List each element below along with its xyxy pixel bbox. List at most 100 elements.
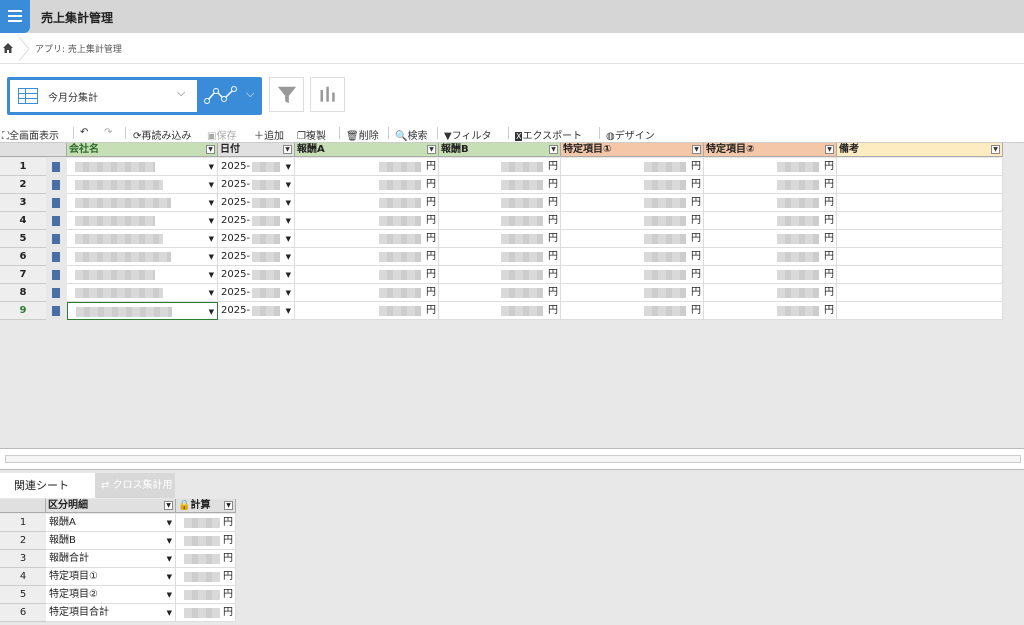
- amount-cell[interactable]: 円: [295, 230, 439, 248]
- row-number[interactable]: 7: [0, 266, 46, 284]
- column-filter-icon[interactable]: ▼: [549, 145, 558, 154]
- add-button[interactable]: ＋追加: [254, 127, 284, 142]
- company-cell[interactable]: ▼: [67, 158, 218, 176]
- design-button[interactable]: ◍デザイン: [606, 127, 655, 142]
- amount-cell[interactable]: 円: [295, 176, 439, 194]
- row-number[interactable]: 6: [0, 248, 46, 266]
- notes-cell[interactable]: [837, 302, 1003, 320]
- column-header[interactable]: 特定項目② ▼: [704, 143, 837, 157]
- notes-cell[interactable]: [837, 284, 1003, 302]
- row-number[interactable]: 1: [0, 514, 46, 532]
- amount-cell[interactable]: 円: [295, 284, 439, 302]
- column-filter-icon[interactable]: ▼: [692, 145, 701, 154]
- notes-cell[interactable]: [837, 158, 1003, 176]
- column-header[interactable]: 日付 ▼: [218, 143, 295, 157]
- record-icon[interactable]: [52, 198, 60, 208]
- calc-cell[interactable]: 円: [176, 514, 236, 532]
- notes-cell[interactable]: [837, 248, 1003, 266]
- calc-cell[interactable]: 円: [176, 586, 236, 604]
- tab-cross-tab[interactable]: ⇄ クロス集計用: [95, 473, 175, 498]
- column-filter-icon[interactable]: ▼: [825, 145, 834, 154]
- delete-button[interactable]: 🗑削除: [346, 127, 379, 142]
- column-header[interactable]: 特定項目① ▼: [561, 143, 704, 157]
- record-icon[interactable]: [52, 162, 60, 172]
- dropdown-caret-icon[interactable]: ▼: [286, 194, 291, 211]
- amount-cell[interactable]: 円: [439, 212, 561, 230]
- row-number[interactable]: 9: [0, 302, 46, 320]
- record-icon[interactable]: [52, 180, 60, 190]
- export-button[interactable]: Xエクスポート: [515, 127, 582, 142]
- amount-cell[interactable]: 円: [295, 212, 439, 230]
- breakdown-cell[interactable]: 特定項目合計 ▼: [46, 604, 176, 622]
- date-cell[interactable]: 2025- ▼: [218, 266, 295, 284]
- amount-cell[interactable]: 円: [295, 158, 439, 176]
- amount-cell[interactable]: 円: [704, 248, 837, 266]
- amount-cell[interactable]: 円: [561, 194, 704, 212]
- notes-cell[interactable]: [837, 194, 1003, 212]
- notes-cell[interactable]: [837, 212, 1003, 230]
- record-icon[interactable]: [52, 288, 60, 298]
- dropdown-caret-icon[interactable]: ▼: [286, 230, 291, 247]
- amount-cell[interactable]: 円: [704, 158, 837, 176]
- row-number[interactable]: 1: [0, 158, 46, 176]
- dropdown-caret-icon[interactable]: ▼: [209, 266, 214, 283]
- dropdown-caret-icon[interactable]: ▼: [209, 248, 214, 265]
- amount-cell[interactable]: 円: [295, 248, 439, 266]
- column-filter-icon[interactable]: ▼: [427, 145, 436, 154]
- company-cell[interactable]: ▼: [67, 194, 218, 212]
- date-cell[interactable]: 2025- ▼: [218, 302, 295, 320]
- amount-cell[interactable]: 円: [561, 158, 704, 176]
- row-number[interactable]: 2: [0, 176, 46, 194]
- amount-cell[interactable]: 円: [295, 302, 439, 320]
- fullscreen-button[interactable]: ⛶全画面表示: [2, 127, 59, 142]
- pane-divider[interactable]: [0, 448, 1024, 470]
- dropdown-caret-icon[interactable]: ▼: [167, 514, 172, 531]
- company-cell[interactable]: ▼: [67, 230, 218, 248]
- amount-cell[interactable]: 円: [561, 266, 704, 284]
- search-button[interactable]: 🔍検索: [395, 127, 427, 142]
- column-header[interactable]: 報酬A ▼: [295, 143, 439, 157]
- company-cell[interactable]: ▼: [67, 176, 218, 194]
- date-cell[interactable]: 2025- ▼: [218, 230, 295, 248]
- amount-cell[interactable]: 円: [704, 194, 837, 212]
- company-cell[interactable]: ▼: [67, 266, 218, 284]
- column-filter-icon[interactable]: ▼: [206, 145, 215, 154]
- undo-button[interactable]: ↶: [80, 127, 88, 138]
- dropdown-caret-icon[interactable]: ▼: [209, 230, 214, 247]
- filter-button[interactable]: ▼フィルタ: [444, 127, 492, 142]
- dropdown-caret-icon[interactable]: ▼: [286, 284, 291, 301]
- amount-cell[interactable]: 円: [439, 158, 561, 176]
- graph-view-button[interactable]: ⌵: [200, 83, 260, 109]
- row-number[interactable]: 6: [0, 604, 46, 622]
- record-icon[interactable]: [52, 306, 60, 316]
- breakdown-cell[interactable]: 特定項目① ▼: [46, 568, 176, 586]
- company-cell[interactable]: ▼: [67, 212, 218, 230]
- date-cell[interactable]: 2025- ▼: [218, 284, 295, 302]
- column-filter-icon[interactable]: ▼: [224, 501, 233, 510]
- reload-button[interactable]: ⟳再読み込み: [133, 127, 191, 142]
- record-icon[interactable]: [52, 234, 60, 244]
- column-header[interactable]: 備考 ▼: [837, 143, 1003, 157]
- row-number[interactable]: 4: [0, 568, 46, 586]
- dropdown-caret-icon[interactable]: ▼: [286, 266, 291, 283]
- dropdown-caret-icon[interactable]: ▼: [167, 604, 172, 621]
- amount-cell[interactable]: 円: [704, 302, 837, 320]
- amount-cell[interactable]: 円: [439, 248, 561, 266]
- breakdown-cell[interactable]: 報酬A ▼: [46, 514, 176, 532]
- breakdown-cell[interactable]: 報酬合計 ▼: [46, 550, 176, 568]
- row-number[interactable]: 8: [0, 284, 46, 302]
- amount-cell[interactable]: 円: [561, 212, 704, 230]
- dropdown-caret-icon[interactable]: ▼: [209, 158, 214, 175]
- dropdown-caret-icon[interactable]: ▼: [167, 532, 172, 549]
- row-number[interactable]: 4: [0, 212, 46, 230]
- amount-cell[interactable]: 円: [704, 266, 837, 284]
- company-cell[interactable]: ▼: [67, 284, 218, 302]
- amount-cell[interactable]: 円: [561, 302, 704, 320]
- column-header[interactable]: 区分明細 ▼: [46, 499, 176, 513]
- column-header[interactable]: 🔒計算 ▼: [176, 499, 236, 513]
- dropdown-caret-icon[interactable]: ▼: [167, 568, 172, 585]
- dropdown-caret-icon[interactable]: ▼: [209, 303, 214, 319]
- amount-cell[interactable]: 円: [561, 230, 704, 248]
- amount-cell[interactable]: 円: [295, 194, 439, 212]
- notes-cell[interactable]: [837, 176, 1003, 194]
